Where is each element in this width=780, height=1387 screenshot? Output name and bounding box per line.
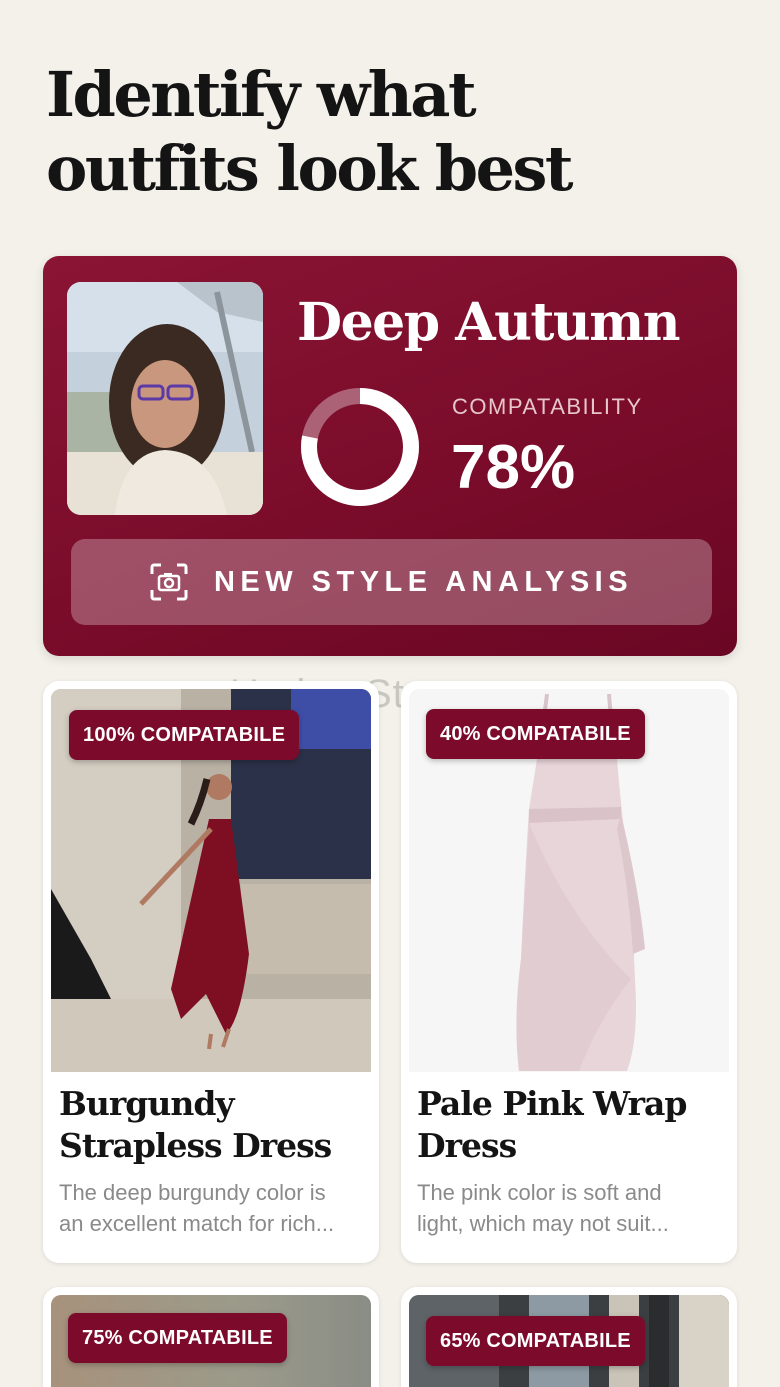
camera-scan-icon <box>150 563 188 601</box>
style-analysis-card: Deep Autumn COMPATABILITY 78% NEW STYLE … <box>43 256 737 656</box>
new-style-analysis-button[interactable]: NEW STYLE ANALYSIS <box>71 539 712 625</box>
outfit-description: The pink color is soft and light, which … <box>417 1177 729 1239</box>
compatibility-ring <box>301 388 419 506</box>
outfit-title: Burgundy Strapless Dress <box>59 1084 332 1165</box>
compatibility-badge: 40% COMPATABILE <box>426 709 645 759</box>
outfit-title: Pale Pink Wrap Dress <box>417 1084 687 1165</box>
user-selfie-photo <box>67 282 263 515</box>
outfit-card[interactable]: 100% COMPATABILE Burgundy Strapless Dres… <box>43 681 379 1263</box>
outfit-card[interactable]: 65% COMPATABILE <box>401 1287 737 1387</box>
compatibility-label: COMPATABILITY <box>452 394 643 419</box>
compatibility-badge: 65% COMPATABILE <box>426 1316 645 1366</box>
outfit-description: The deep burgundy color is an excellent … <box>59 1177 371 1239</box>
outfit-description-line: light, which may not suit... <box>417 1211 669 1236</box>
new-style-analysis-label: NEW STYLE ANALYSIS <box>213 565 634 598</box>
outfit-description-line: The pink color is soft and <box>417 1180 662 1205</box>
outfit-description-line: The deep burgundy color is <box>59 1180 326 1205</box>
outfit-card[interactable]: 75% COMPATABILE <box>43 1287 379 1387</box>
compatibility-value: 78% <box>451 433 576 502</box>
compatibility-badge: 75% COMPATABILE <box>68 1313 287 1363</box>
page-title: Identify what outfits look best <box>46 58 574 205</box>
outfit-card[interactable]: 40% COMPATABILE Pale Pink Wrap Dress The… <box>401 681 737 1263</box>
season-title: Deep Autumn <box>297 292 681 353</box>
outfit-description-line: an excellent match for rich... <box>59 1211 335 1236</box>
compatibility-badge: 100% COMPATABILE <box>69 710 300 760</box>
